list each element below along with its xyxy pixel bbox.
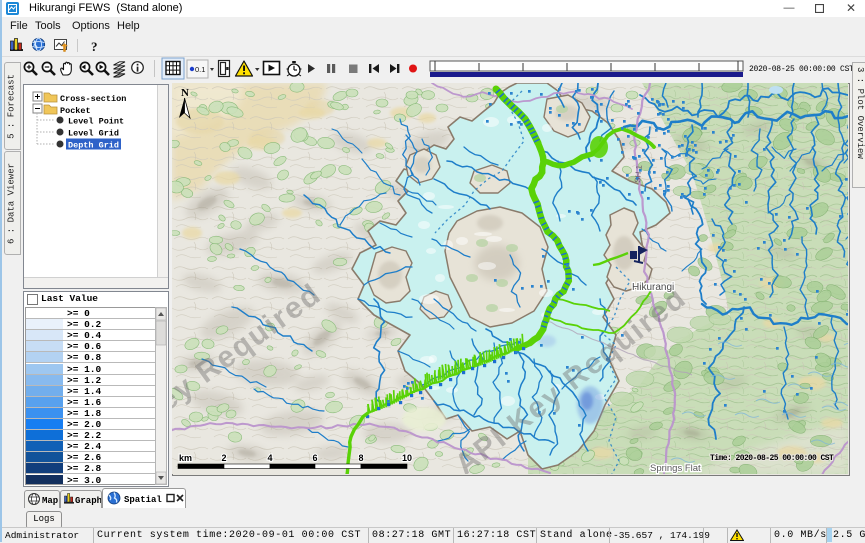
svg-text:Map: Map — [42, 496, 58, 506]
svg-text:Level Point: Level Point — [68, 117, 124, 127]
svg-text:8: 8 — [358, 453, 363, 463]
svg-text:10: 10 — [402, 453, 412, 463]
svg-text:?: ? — [91, 39, 98, 54]
svg-text:6: 6 — [312, 453, 317, 463]
svg-text:km: km — [179, 453, 192, 463]
svg-text:Spatial: Spatial — [124, 495, 162, 505]
svg-text:Time: 2020-08-25 00:00:00 CST: Time: 2020-08-25 00:00:00 CST — [710, 454, 834, 463]
svg-text:Cross-section: Cross-section — [60, 94, 126, 104]
svg-text:Depth Grid: Depth Grid — [68, 141, 119, 151]
svg-text:4: 4 — [267, 453, 272, 463]
svg-text:N: N — [181, 87, 189, 99]
svg-text:Springs Flat: Springs Flat — [650, 463, 701, 474]
svg-text:SH 1: SH 1 — [633, 164, 644, 183]
svg-text:Hikurangi: Hikurangi — [632, 282, 674, 293]
svg-text:Graph: Graph — [75, 496, 101, 506]
svg-text:Pocket: Pocket — [60, 106, 91, 116]
svg-text:Level Grid: Level Grid — [68, 129, 119, 139]
svg-text:2: 2 — [221, 453, 226, 463]
svg-text:0.1: 0.1 — [195, 65, 205, 74]
